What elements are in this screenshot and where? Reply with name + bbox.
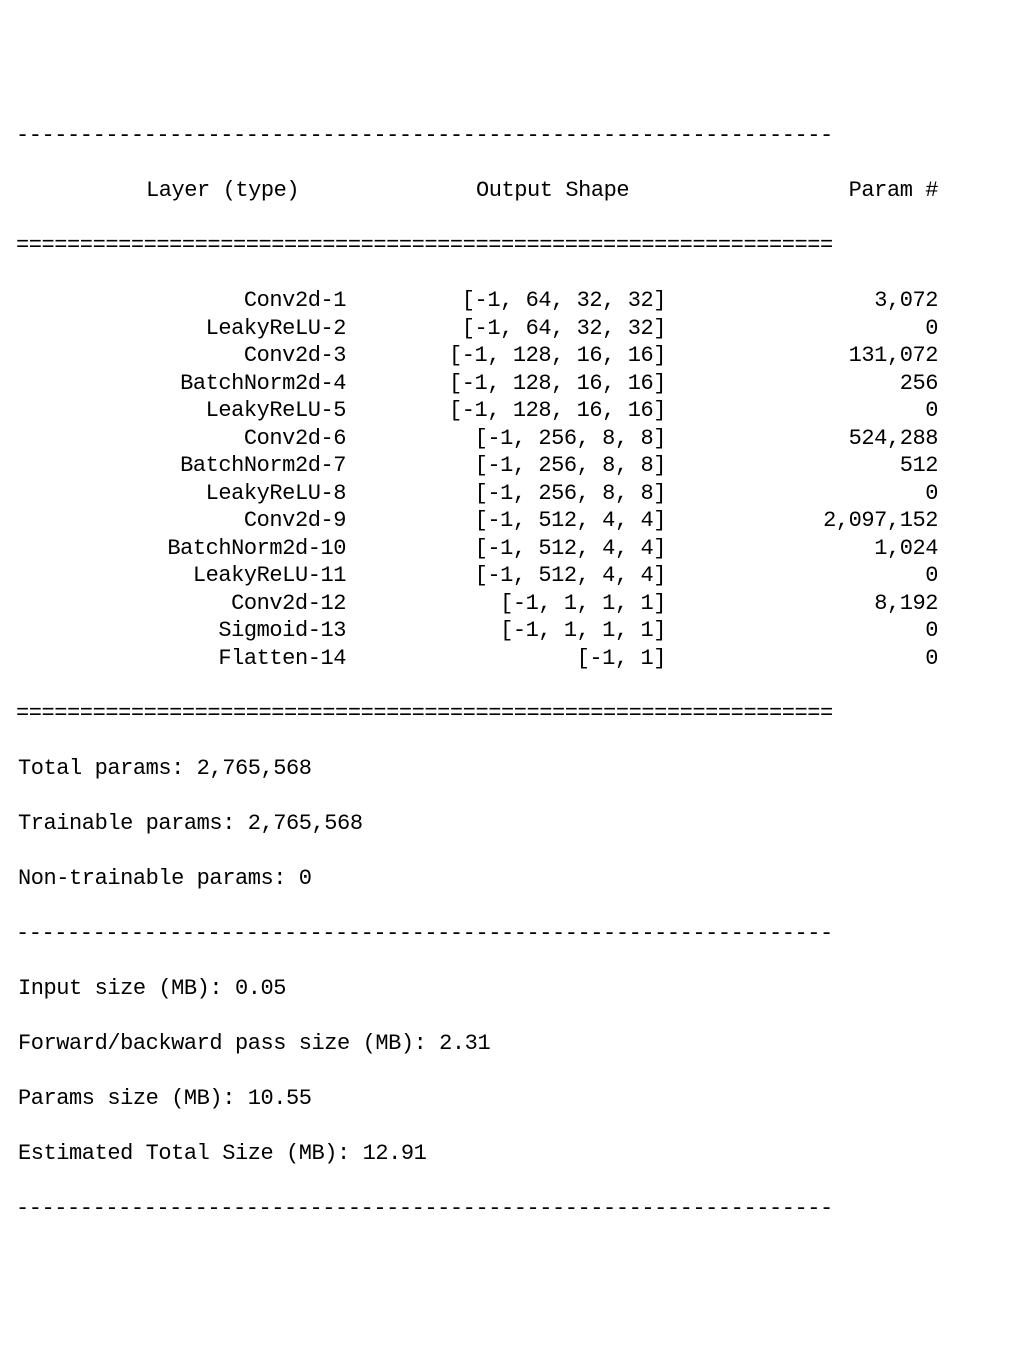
cell-layer: Sigmoid-13 [16,617,356,645]
table-body: Conv2d-1[-1, 64, 32, 32]3,072LeakyReLU-2… [16,287,1008,672]
est-total-size: Estimated Total Size (MB): 12.91 [16,1140,1008,1168]
cell-layer: BatchNorm2d-4 [16,370,356,398]
table-row: Conv2d-3[-1, 128, 16, 16]131,072 [16,342,1008,370]
cell-layer: Conv2d-3 [16,342,356,370]
cell-param: 524,288 [676,425,946,453]
cell-shape: [-1, 128, 16, 16] [356,397,676,425]
divider-top: ----------------------------------------… [16,122,1008,150]
table-row: Conv2d-6[-1, 256, 8, 8]524,288 [16,425,1008,453]
divider-header: ========================================… [16,232,1008,260]
cell-shape: [-1, 1, 1, 1] [356,617,676,645]
cell-layer: LeakyReLU-2 [16,315,356,343]
cell-shape: [-1, 128, 16, 16] [356,370,676,398]
header-layer: Layer (type) [16,177,356,205]
table-row: Conv2d-12[-1, 1, 1, 1]8,192 [16,590,1008,618]
table-row: Flatten-14[-1, 1]0 [16,645,1008,673]
cell-layer: Conv2d-1 [16,287,356,315]
non-trainable-params: Non-trainable params: 0 [16,865,1008,893]
cell-param: 0 [676,480,946,508]
table-row: LeakyReLU-5[-1, 128, 16, 16]0 [16,397,1008,425]
cell-shape: [-1, 256, 8, 8] [356,480,676,508]
cell-shape: [-1, 1, 1, 1] [356,590,676,618]
cell-layer: LeakyReLU-8 [16,480,356,508]
cell-layer: LeakyReLU-5 [16,397,356,425]
cell-param: 0 [676,315,946,343]
cell-shape: [-1, 1] [356,645,676,673]
table-header: Layer (type) Output Shape Param # [16,177,1008,205]
table-row: LeakyReLU-8[-1, 256, 8, 8]0 [16,480,1008,508]
table-row: LeakyReLU-2[-1, 64, 32, 32]0 [16,315,1008,343]
cell-layer: BatchNorm2d-10 [16,535,356,563]
cell-param: 0 [676,645,946,673]
cell-param: 2,097,152 [676,507,946,535]
cell-shape: [-1, 256, 8, 8] [356,452,676,480]
cell-param: 8,192 [676,590,946,618]
header-param: Param # [676,177,946,205]
cell-layer: LeakyReLU-11 [16,562,356,590]
cell-param: 256 [676,370,946,398]
cell-param: 3,072 [676,287,946,315]
table-row: BatchNorm2d-7[-1, 256, 8, 8]512 [16,452,1008,480]
fwd-bwd-size: Forward/backward pass size (MB): 2.31 [16,1030,1008,1058]
cell-layer: Conv2d-6 [16,425,356,453]
cell-layer: Flatten-14 [16,645,356,673]
divider-after-rows: ========================================… [16,700,1008,728]
cell-param: 0 [676,397,946,425]
cell-param: 0 [676,562,946,590]
cell-shape: [-1, 512, 4, 4] [356,535,676,563]
cell-shape: [-1, 512, 4, 4] [356,507,676,535]
divider-mid: ----------------------------------------… [16,920,1008,948]
cell-shape: [-1, 512, 4, 4] [356,562,676,590]
trainable-params: Trainable params: 2,765,568 [16,810,1008,838]
input-size: Input size (MB): 0.05 [16,975,1008,1003]
cell-shape: [-1, 256, 8, 8] [356,425,676,453]
cell-param: 1,024 [676,535,946,563]
cell-shape: [-1, 64, 32, 32] [356,287,676,315]
table-row: Sigmoid-13[-1, 1, 1, 1]0 [16,617,1008,645]
total-params: Total params: 2,765,568 [16,755,1008,783]
cell-shape: [-1, 64, 32, 32] [356,315,676,343]
cell-layer: Conv2d-9 [16,507,356,535]
cell-param: 512 [676,452,946,480]
cell-shape: [-1, 128, 16, 16] [356,342,676,370]
table-row: BatchNorm2d-10[-1, 512, 4, 4]1,024 [16,535,1008,563]
table-row: BatchNorm2d-4[-1, 128, 16, 16]256 [16,370,1008,398]
cell-param: 131,072 [676,342,946,370]
cell-param: 0 [676,617,946,645]
table-row: Conv2d-9[-1, 512, 4, 4]2,097,152 [16,507,1008,535]
cell-layer: BatchNorm2d-7 [16,452,356,480]
table-row: LeakyReLU-11[-1, 512, 4, 4]0 [16,562,1008,590]
cell-layer: Conv2d-12 [16,590,356,618]
header-shape: Output Shape [356,177,676,205]
table-row: Conv2d-1[-1, 64, 32, 32]3,072 [16,287,1008,315]
params-size: Params size (MB): 10.55 [16,1085,1008,1113]
divider-bottom: ----------------------------------------… [16,1195,1008,1223]
